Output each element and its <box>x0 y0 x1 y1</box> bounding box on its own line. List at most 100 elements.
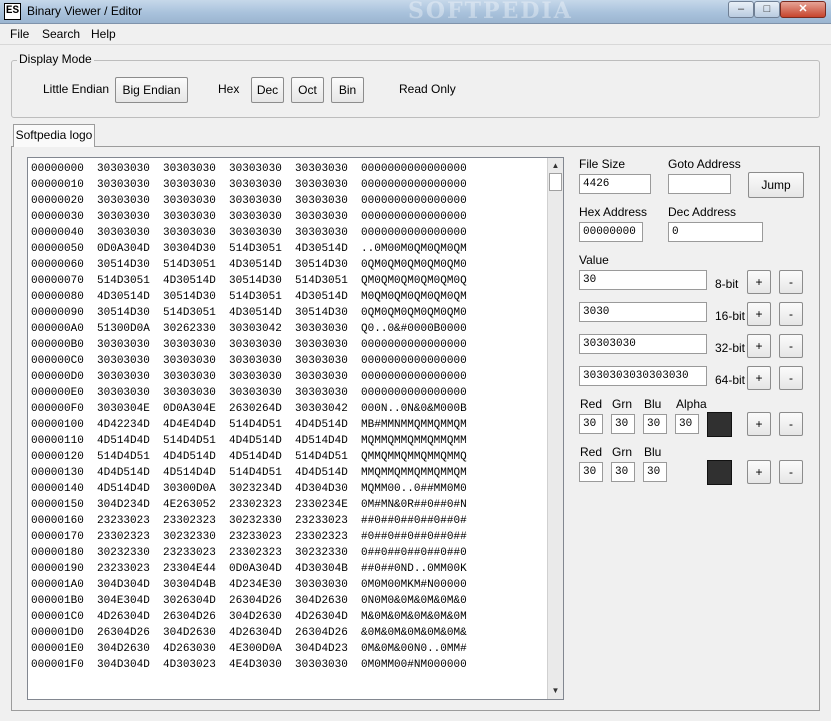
little-endian-label[interactable]: Little Endian <box>43 82 109 96</box>
hex-line: 000000B0 30303030 30303030 30303030 3030… <box>31 339 467 351</box>
menu-search[interactable]: Search <box>42 27 80 41</box>
file-size-field[interactable]: 4426 <box>579 174 651 194</box>
hex-line: 000001F0 304D304D 4D303023 4E4D3030 3030… <box>31 659 467 671</box>
color2-minus-button[interactable]: - <box>779 460 803 484</box>
hex-line: 00000110 4D514D4D 514D4D51 4D4D514D 4D51… <box>31 435 467 447</box>
color1-swatch <box>707 412 732 437</box>
hex-line: 00000190 23233023 23304E44 0D0A304D 4D30… <box>31 563 467 575</box>
color1-blu-field[interactable]: 30 <box>643 414 667 434</box>
value-32bit-plus-button[interactable]: + <box>747 334 771 358</box>
read-only-label[interactable]: Read Only <box>399 82 456 96</box>
file-size-label: File Size <box>579 157 626 171</box>
hex-line: 00000080 4D30514D 30514D30 514D3051 4D30… <box>31 291 467 303</box>
value-64bit-field[interactable]: 3030303030303030 <box>579 366 707 386</box>
value-64bit-label: 64-bit <box>715 373 746 387</box>
hex-line: 000001D0 26304D26 304D2630 4D26304D 2630… <box>31 627 467 639</box>
hex-line: 000000C0 30303030 30303030 30303030 3030… <box>31 355 467 367</box>
color2-blu-field[interactable]: 30 <box>643 462 667 482</box>
watermark: SOFTPEDIA <box>408 0 573 24</box>
hex-address-label: Hex Address <box>579 205 648 219</box>
hex-view[interactable]: 00000000 30303030 30303030 30303030 3030… <box>27 157 564 700</box>
color2-red-label: Red <box>580 445 603 459</box>
hex-line: 00000170 23302323 30232330 23233023 2330… <box>31 531 467 543</box>
close-button[interactable]: ✕ <box>780 1 826 18</box>
jump-button[interactable]: Jump <box>748 172 804 198</box>
maximize-button[interactable]: □ <box>754 1 780 18</box>
hex-line: 00000140 4D514D4D 30300D0A 3023234D 4D30… <box>31 483 467 495</box>
value-8bit-field[interactable]: 30 <box>579 270 707 290</box>
value-32bit-minus-button[interactable]: - <box>779 334 803 358</box>
color2-plus-button[interactable]: + <box>747 460 771 484</box>
hex-label[interactable]: Hex <box>218 82 239 96</box>
vertical-scrollbar[interactable]: ▲ ▼ <box>547 158 563 699</box>
bin-button[interactable]: Bin <box>331 77 364 103</box>
value-64bit-plus-button[interactable]: + <box>747 366 771 390</box>
hex-line: 000001A0 304D304D 30304D4B 4D234E30 3030… <box>31 579 467 591</box>
hex-line: 00000090 30514D30 514D3051 4D30514D 3051… <box>31 307 467 319</box>
dec-address-field[interactable]: 0 <box>668 222 763 242</box>
menu-bar: File Search Help <box>0 25 831 45</box>
color2-blu-label: Blu <box>644 445 662 459</box>
hex-line: 00000020 30303030 30303030 30303030 3030… <box>31 195 467 207</box>
hex-line: 000000A0 51300D0A 30262330 30303042 3030… <box>31 323 467 335</box>
value-8bit-minus-button[interactable]: - <box>779 270 803 294</box>
app-icon: ES <box>4 3 21 20</box>
color1-alpha-field[interactable]: 30 <box>675 414 699 434</box>
menu-file[interactable]: File <box>10 27 29 41</box>
hex-address-field[interactable]: 00000000 <box>579 222 643 242</box>
dec-button[interactable]: Dec <box>251 77 284 103</box>
hex-line: 00000010 30303030 30303030 30303030 3030… <box>31 179 467 191</box>
value-16bit-field[interactable]: 3030 <box>579 302 707 322</box>
close-icon: ✕ <box>798 3 808 15</box>
hex-line: 00000160 23233023 23302323 30232330 2323… <box>31 515 467 527</box>
dec-address-label: Dec Address <box>668 205 737 219</box>
hex-line: 00000180 30232330 23233023 23302323 3023… <box>31 547 467 559</box>
minimize-button[interactable]: – <box>728 1 754 18</box>
color1-alpha-label: Alpha <box>676 397 707 411</box>
hex-line: 000001E0 304D2630 4D263030 4E300D0A 304D… <box>31 643 467 655</box>
scroll-down-icon[interactable]: ▼ <box>548 683 563 698</box>
menu-help[interactable]: Help <box>91 27 116 41</box>
goto-address-label: Goto Address <box>668 157 741 171</box>
color2-swatch <box>707 460 732 485</box>
hex-line: 00000000 30303030 30303030 30303030 3030… <box>31 163 467 175</box>
color1-blu-label: Blu <box>644 397 662 411</box>
value-8bit-label: 8-bit <box>715 277 739 291</box>
oct-button[interactable]: Oct <box>291 77 324 103</box>
hex-line: 00000130 4D4D514D 4D514D4D 514D4D51 4D4D… <box>31 467 467 479</box>
value-16bit-label: 16-bit <box>715 309 746 323</box>
value-64bit-minus-button[interactable]: - <box>779 366 803 390</box>
scroll-up-icon[interactable]: ▲ <box>548 158 563 173</box>
hex-line: 00000060 30514D30 514D3051 4D30514D 3051… <box>31 259 467 271</box>
goto-address-field[interactable] <box>668 174 731 194</box>
display-mode-legend: Display Mode <box>17 52 94 66</box>
hex-line: 000000D0 30303030 30303030 30303030 3030… <box>31 371 467 383</box>
hex-line: 00000040 30303030 30303030 30303030 3030… <box>31 227 467 239</box>
title-bar: ES Binary Viewer / Editor SOFTPEDIA – □ … <box>0 0 831 24</box>
value-16bit-plus-button[interactable]: + <box>747 302 771 326</box>
color2-red-field[interactable]: 30 <box>579 462 603 482</box>
window-title: Binary Viewer / Editor <box>27 4 143 18</box>
color1-plus-button[interactable]: + <box>747 412 771 436</box>
value-label: Value <box>579 253 609 267</box>
hex-line: 00000120 514D4D51 4D4D514D 4D514D4D 514D… <box>31 451 467 463</box>
color1-grn-field[interactable]: 30 <box>611 414 635 434</box>
color2-grn-label: Grn <box>612 445 633 459</box>
hex-line: 000000E0 30303030 30303030 30303030 3030… <box>31 387 467 399</box>
color1-red-field[interactable]: 30 <box>579 414 603 434</box>
hex-line: 000001B0 304E304D 3026304D 26304D26 304D… <box>31 595 467 607</box>
value-8bit-plus-button[interactable]: + <box>747 270 771 294</box>
minimize-icon: – <box>737 3 745 15</box>
color2-grn-field[interactable]: 30 <box>611 462 635 482</box>
value-16bit-minus-button[interactable]: - <box>779 302 803 326</box>
hex-line: 00000150 304D234D 4E263052 23302323 2330… <box>31 499 467 511</box>
color1-minus-button[interactable]: - <box>779 412 803 436</box>
tab-softpedia-logo[interactable]: Softpedia logo <box>13 124 95 147</box>
scroll-thumb[interactable] <box>549 173 562 191</box>
big-endian-button[interactable]: Big Endian <box>115 77 188 103</box>
value-32bit-field[interactable]: 30303030 <box>579 334 707 354</box>
hex-line: 00000030 30303030 30303030 30303030 3030… <box>31 211 467 223</box>
hex-lines: 00000000 30303030 30303030 30303030 3030… <box>31 161 467 673</box>
hex-line: 000001C0 4D26304D 26304D26 304D2630 4D26… <box>31 611 467 623</box>
value-32bit-label: 32-bit <box>715 341 746 355</box>
